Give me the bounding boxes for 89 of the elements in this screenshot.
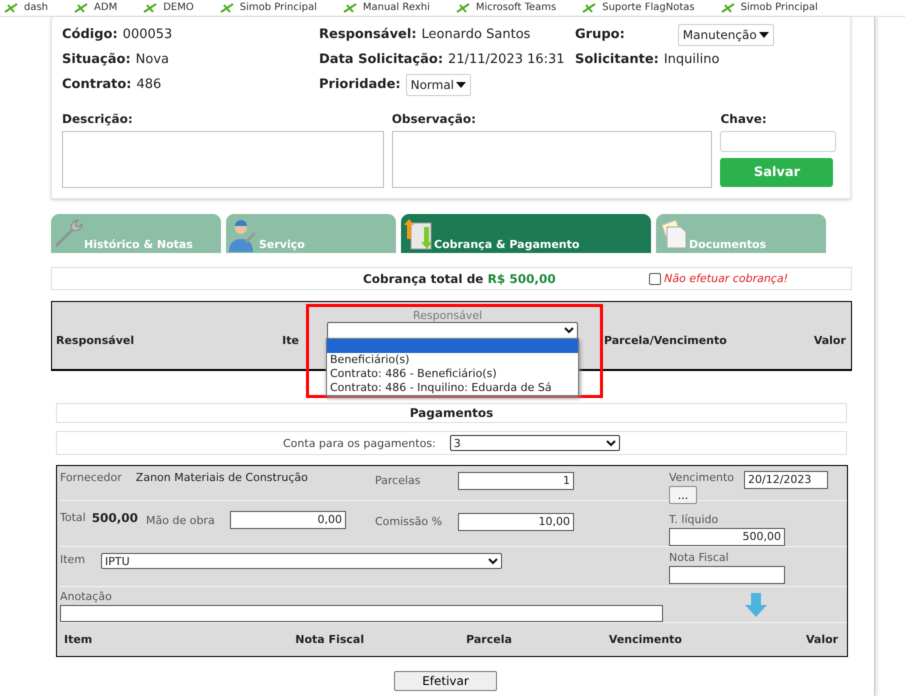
field-label: Total [60,511,86,524]
field-label: T. líquido [669,513,720,526]
bookmark-link[interactable]: Simob Principal [720,2,818,14]
field-value: 000053 [122,27,172,42]
observation-label: Observação: [392,112,477,126]
field-label: Código: [62,27,118,42]
field-label: Prioridade: [319,77,401,92]
bookmark-icon [74,3,88,13]
dropdown-option[interactable]: Contrato: 486 - Inquilino: Eduarda de Sá [327,381,578,395]
no-charge-checkbox[interactable]: Não efetuar cobrança! [649,272,788,285]
bookmark-link[interactable]: ADM [74,2,118,14]
dropdown[interactable]: Manutenção [678,24,774,46]
bookmark-link[interactable]: Suporte FlagNotas [582,2,695,14]
bookmark-icon [342,3,357,13]
checkbox[interactable] [649,272,662,284]
total-value: 500,00 [92,511,138,525]
bookmark-link[interactable]: DEMO [143,2,194,14]
chevron-down-icon [488,558,498,564]
dropdown[interactable]: Normal [406,74,472,96]
bookmark-link[interactable]: dash [4,2,48,14]
tab[interactable]: Cobrança & Pagamento [401,214,651,253]
field-label: Data Solicitação: [319,52,444,67]
net-value-field[interactable]: 500,00 [669,528,785,546]
column-header: Valor [806,633,838,646]
field-value: 21/11/2023 16:31 [448,52,565,67]
field-label: Responsável: [319,27,417,42]
observation-field[interactable] [392,131,712,188]
section-title: Pagamentos [410,406,494,420]
field-label: Contrato: [62,77,132,92]
field-value: 486 [136,77,162,92]
account-select[interactable]: 3 [450,435,620,451]
chevron-down-icon [606,440,616,446]
column-header: Responsável [56,334,134,347]
item-select[interactable]: IPTU [101,553,502,569]
bookmark-icon [720,3,735,13]
responsible-select[interactable] [327,322,578,339]
column-header: Ite [282,334,299,347]
labor-field[interactable]: 0,00 [230,511,346,529]
field-label: Fornecedor [60,471,122,484]
field-label: Nota Fiscal [669,551,730,564]
column-header: Nota Fiscal [295,633,364,646]
column-header: Vencimento [608,633,682,646]
description-field[interactable] [62,131,384,188]
bookmark-icon [143,3,158,13]
annotation-field[interactable] [60,605,663,622]
charge-total: Cobrança total de R$ 500,00 [363,272,556,286]
caret-icon [456,82,466,88]
bookmark-icon [4,3,18,13]
field-value: Nova [136,52,170,67]
field-label: Vencimento [669,471,734,484]
field-label: Item [60,553,86,566]
column-header: Item [64,633,92,646]
key-field[interactable] [720,131,836,152]
bookmark-link[interactable]: Microsoft Teams [456,2,556,14]
dropdown-option[interactable]: Beneficiário(s) [327,353,578,367]
bookmark-link[interactable]: Simob Principal [220,2,317,14]
submit-button[interactable]: Efetivar [394,671,497,691]
select-label: Responsável [413,309,482,322]
bookmark-icon [220,3,234,13]
commission-field[interactable]: 10,00 [458,513,574,531]
supplier-name: Zanon Materiais de Construção [136,471,308,484]
chevron-down-icon [564,327,574,334]
arrow-down-icon[interactable] [745,593,767,617]
field-label: Situação: [62,52,131,67]
field-value: Inquilino [664,52,720,67]
bookmark-icon [582,3,596,13]
field-label: Grupo: [575,27,625,42]
due-date-field[interactable]: 20/12/2023 [744,471,828,489]
field-label: Comissão % [375,514,444,528]
invoice-field[interactable] [669,566,785,584]
field-label: Mão de obra [146,513,216,527]
installments-field[interactable]: 1 [458,472,574,490]
field-value: Leonardo Santos [422,27,530,42]
column-header: Parcela [466,633,512,646]
field-label: Solicitante: [575,52,659,67]
bookmark-icon [456,3,470,13]
worker-icon [228,218,258,252]
description-label: Descrição: [62,112,134,126]
bookmark-link[interactable]: Manual Rexhi [342,2,430,14]
key-label: Chave: [720,112,768,126]
dropdown-option[interactable]: Contrato: 486 - Beneficiário(s) [327,367,578,381]
account-label: Conta para os pagamentos: [283,436,436,450]
column-header: Valor [814,334,846,347]
caret-icon [758,32,769,38]
date-picker-button[interactable]: ... [669,486,697,504]
field-label: Anotação [60,590,113,603]
wrench-icon [53,218,83,248]
field-label: Parcelas [375,473,422,487]
column-header: Parcela/Vencimento [604,334,727,347]
